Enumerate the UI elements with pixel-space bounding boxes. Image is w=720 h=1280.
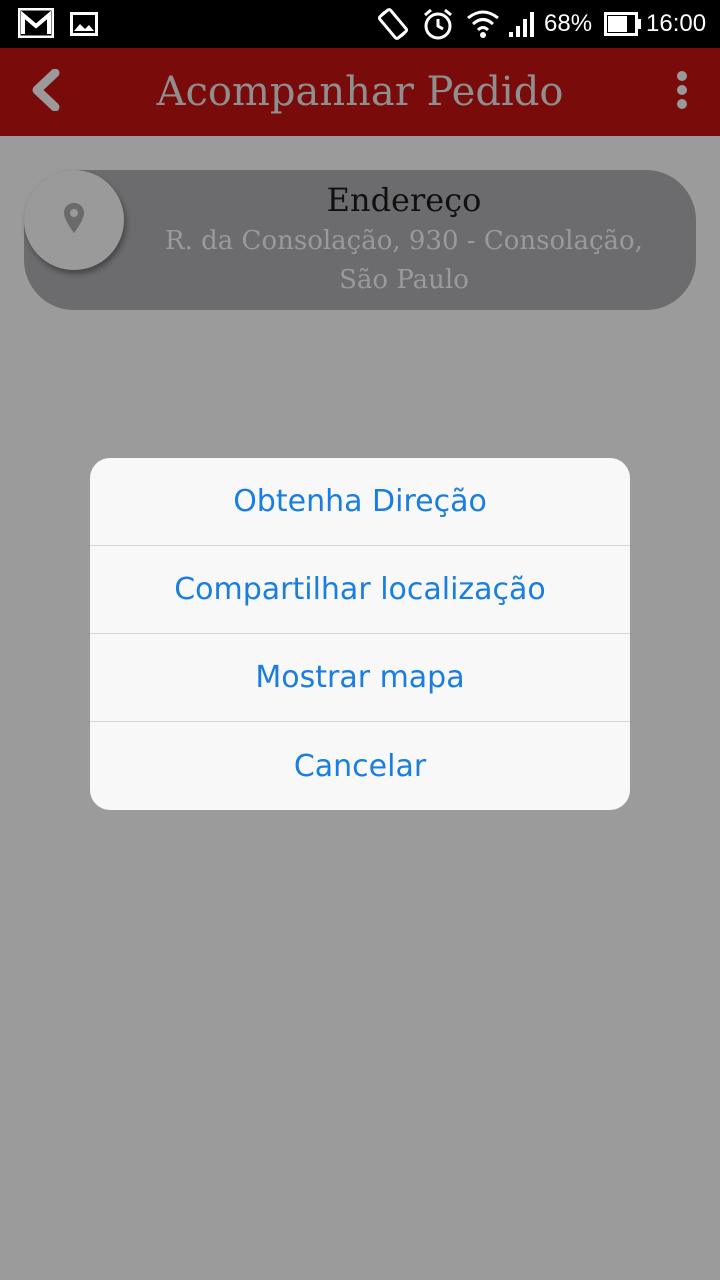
image-icon [70, 12, 98, 40]
get-directions-button[interactable]: Obtenha Direção [90, 458, 630, 546]
app-bar: Acompanhar Pedido [0, 48, 720, 136]
share-location-button[interactable]: Compartilhar localização [90, 546, 630, 634]
address-line-1: R. da Consolação, 930 - Consolação, [165, 226, 643, 256]
overflow-menu-button[interactable] [660, 62, 704, 122]
address-title: Endereço [326, 181, 482, 219]
battery-icon [604, 12, 642, 40]
gmail-icon [17, 7, 55, 42]
address-line-2: São Paulo [339, 265, 469, 295]
location-pin-icon [63, 202, 85, 238]
signal-icon [508, 10, 538, 42]
location-pin-button[interactable] [24, 170, 124, 270]
more-vertical-icon [675, 70, 689, 114]
auto-rotate-icon [376, 7, 410, 45]
page-title: Acompanhar Pedido [156, 69, 564, 115]
battery-percentage: 68% [544, 10, 593, 37]
action-sheet-dialog: Obtenha Direção Compartilhar localização… [90, 458, 630, 810]
cancel-button[interactable]: Cancelar [90, 722, 630, 810]
show-map-button[interactable]: Mostrar mapa [90, 634, 630, 722]
wifi-icon [466, 8, 500, 44]
address-card[interactable]: Endereço R. da Consolação, 930 - Consola… [24, 170, 696, 310]
alarm-icon [422, 7, 454, 45]
clock-time: 16:00 [646, 10, 707, 37]
status-bar: 68% 16:00 [0, 0, 720, 48]
